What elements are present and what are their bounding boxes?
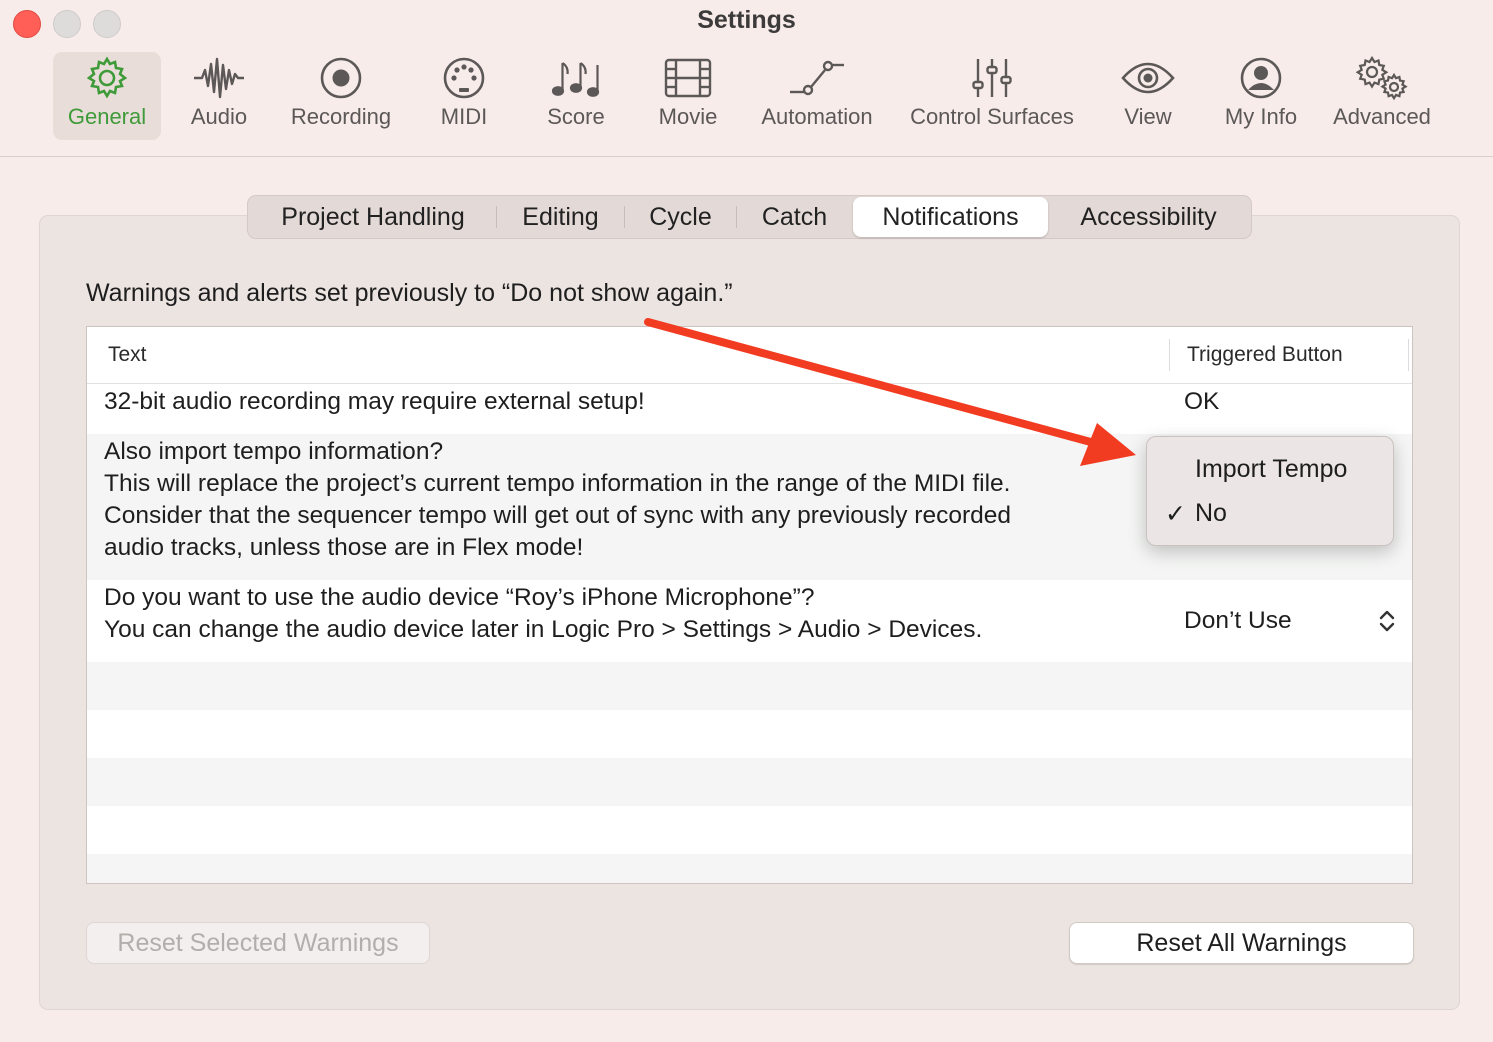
annotation-arrow: [644, 318, 1136, 466]
reset-all-warnings-button[interactable]: Reset All Warnings: [1069, 922, 1414, 964]
reset-selected-warnings-button[interactable]: Reset Selected Warnings: [86, 922, 430, 964]
